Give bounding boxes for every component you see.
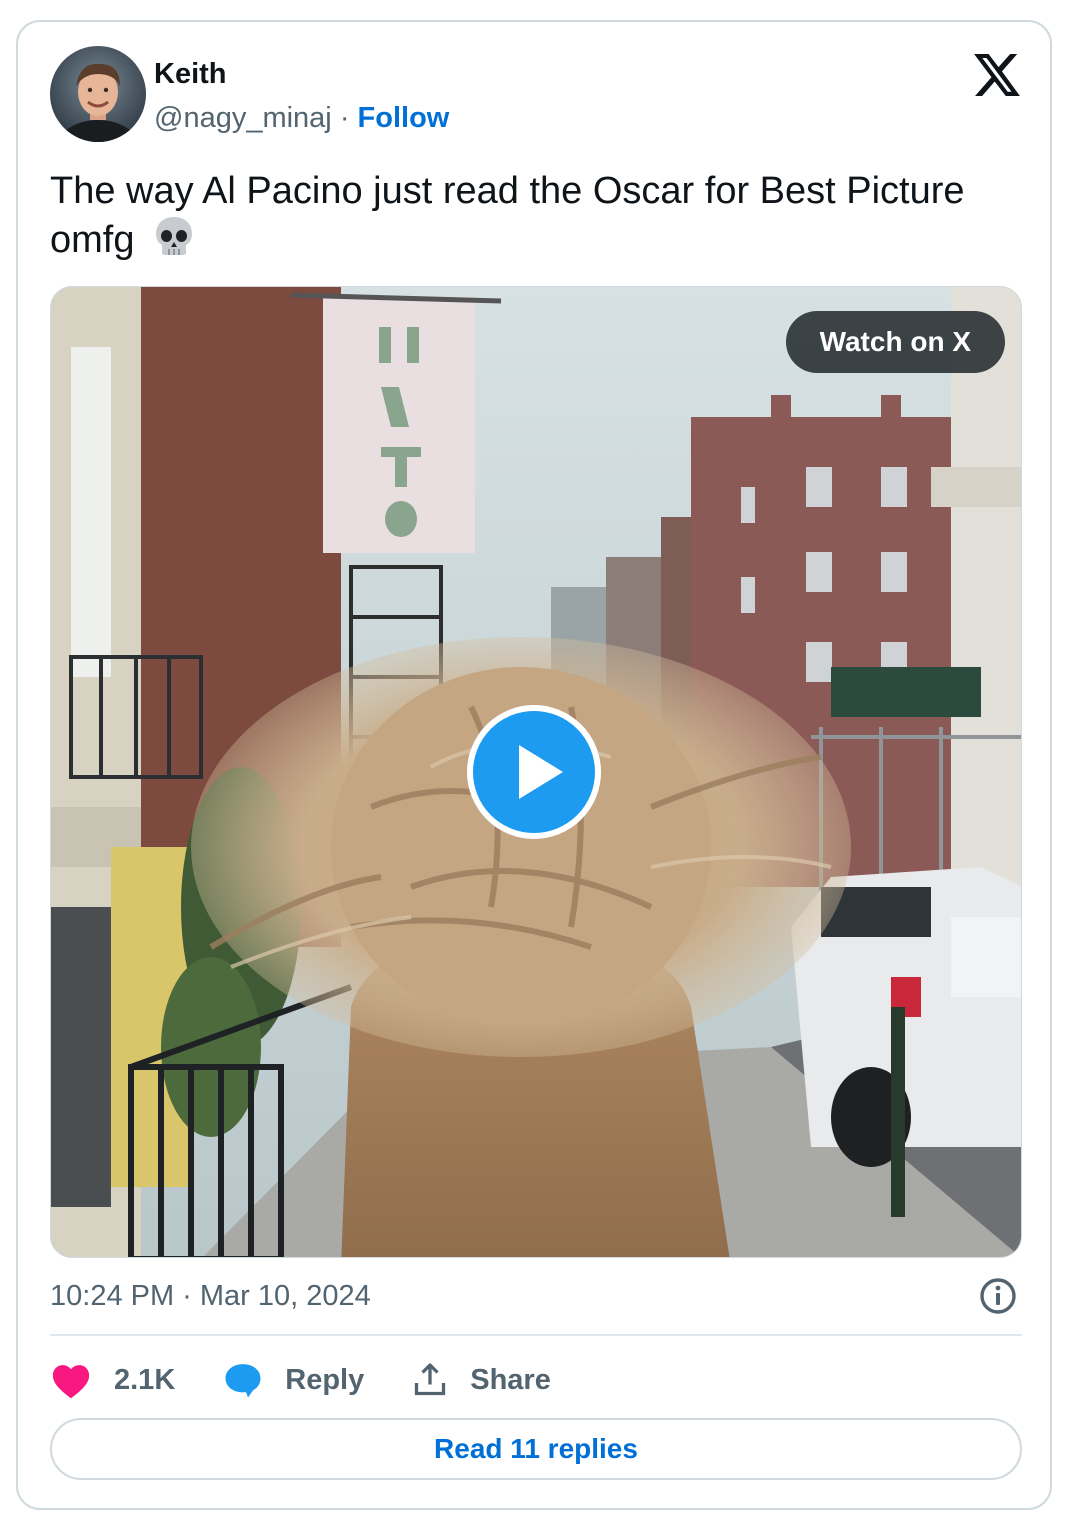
tweet-timestamp[interactable]: 10:24 PM · Mar 10, 2024 [50, 1278, 371, 1314]
divider [50, 1334, 1022, 1336]
like-button[interactable]: 2.1K [50, 1361, 175, 1399]
heart-icon [52, 1365, 90, 1399]
reply-bubble-icon [225, 1364, 261, 1398]
share-icon [415, 1363, 446, 1396]
tweet-card: Keith @nagy_minaj · Follow The way Al Pa… [16, 20, 1052, 1510]
likes-count: 2.1K [114, 1363, 176, 1396]
read-replies-button[interactable]: Read 11 replies [50, 1418, 1022, 1480]
tweet-text: The way Al Pacino just read the Oscar fo… [50, 168, 1010, 271]
x-logo-icon[interactable] [974, 54, 1020, 96]
play-icon[interactable] [467, 705, 601, 839]
video-player[interactable]: Watch on X [50, 286, 1022, 1258]
follow-button[interactable]: Follow [358, 102, 450, 134]
share-button[interactable]: Share [412, 1362, 551, 1398]
reply-label: Reply [285, 1363, 365, 1396]
share-label: Share [470, 1363, 551, 1396]
author-handle-row: @nagy_minaj · Follow [154, 100, 449, 136]
handle-separator: · [331, 102, 358, 134]
action-bar: 2.1K Reply Share [50, 1352, 599, 1408]
info-icon[interactable] [978, 1276, 1018, 1316]
reply-button[interactable]: Reply [223, 1361, 364, 1399]
author-name[interactable]: Keith [154, 56, 227, 92]
watch-on-x-button[interactable]: Watch on X [785, 311, 1005, 373]
author-handle[interactable]: @nagy_minaj [154, 102, 332, 134]
skull-icon [151, 214, 197, 271]
avatar[interactable] [50, 46, 146, 142]
